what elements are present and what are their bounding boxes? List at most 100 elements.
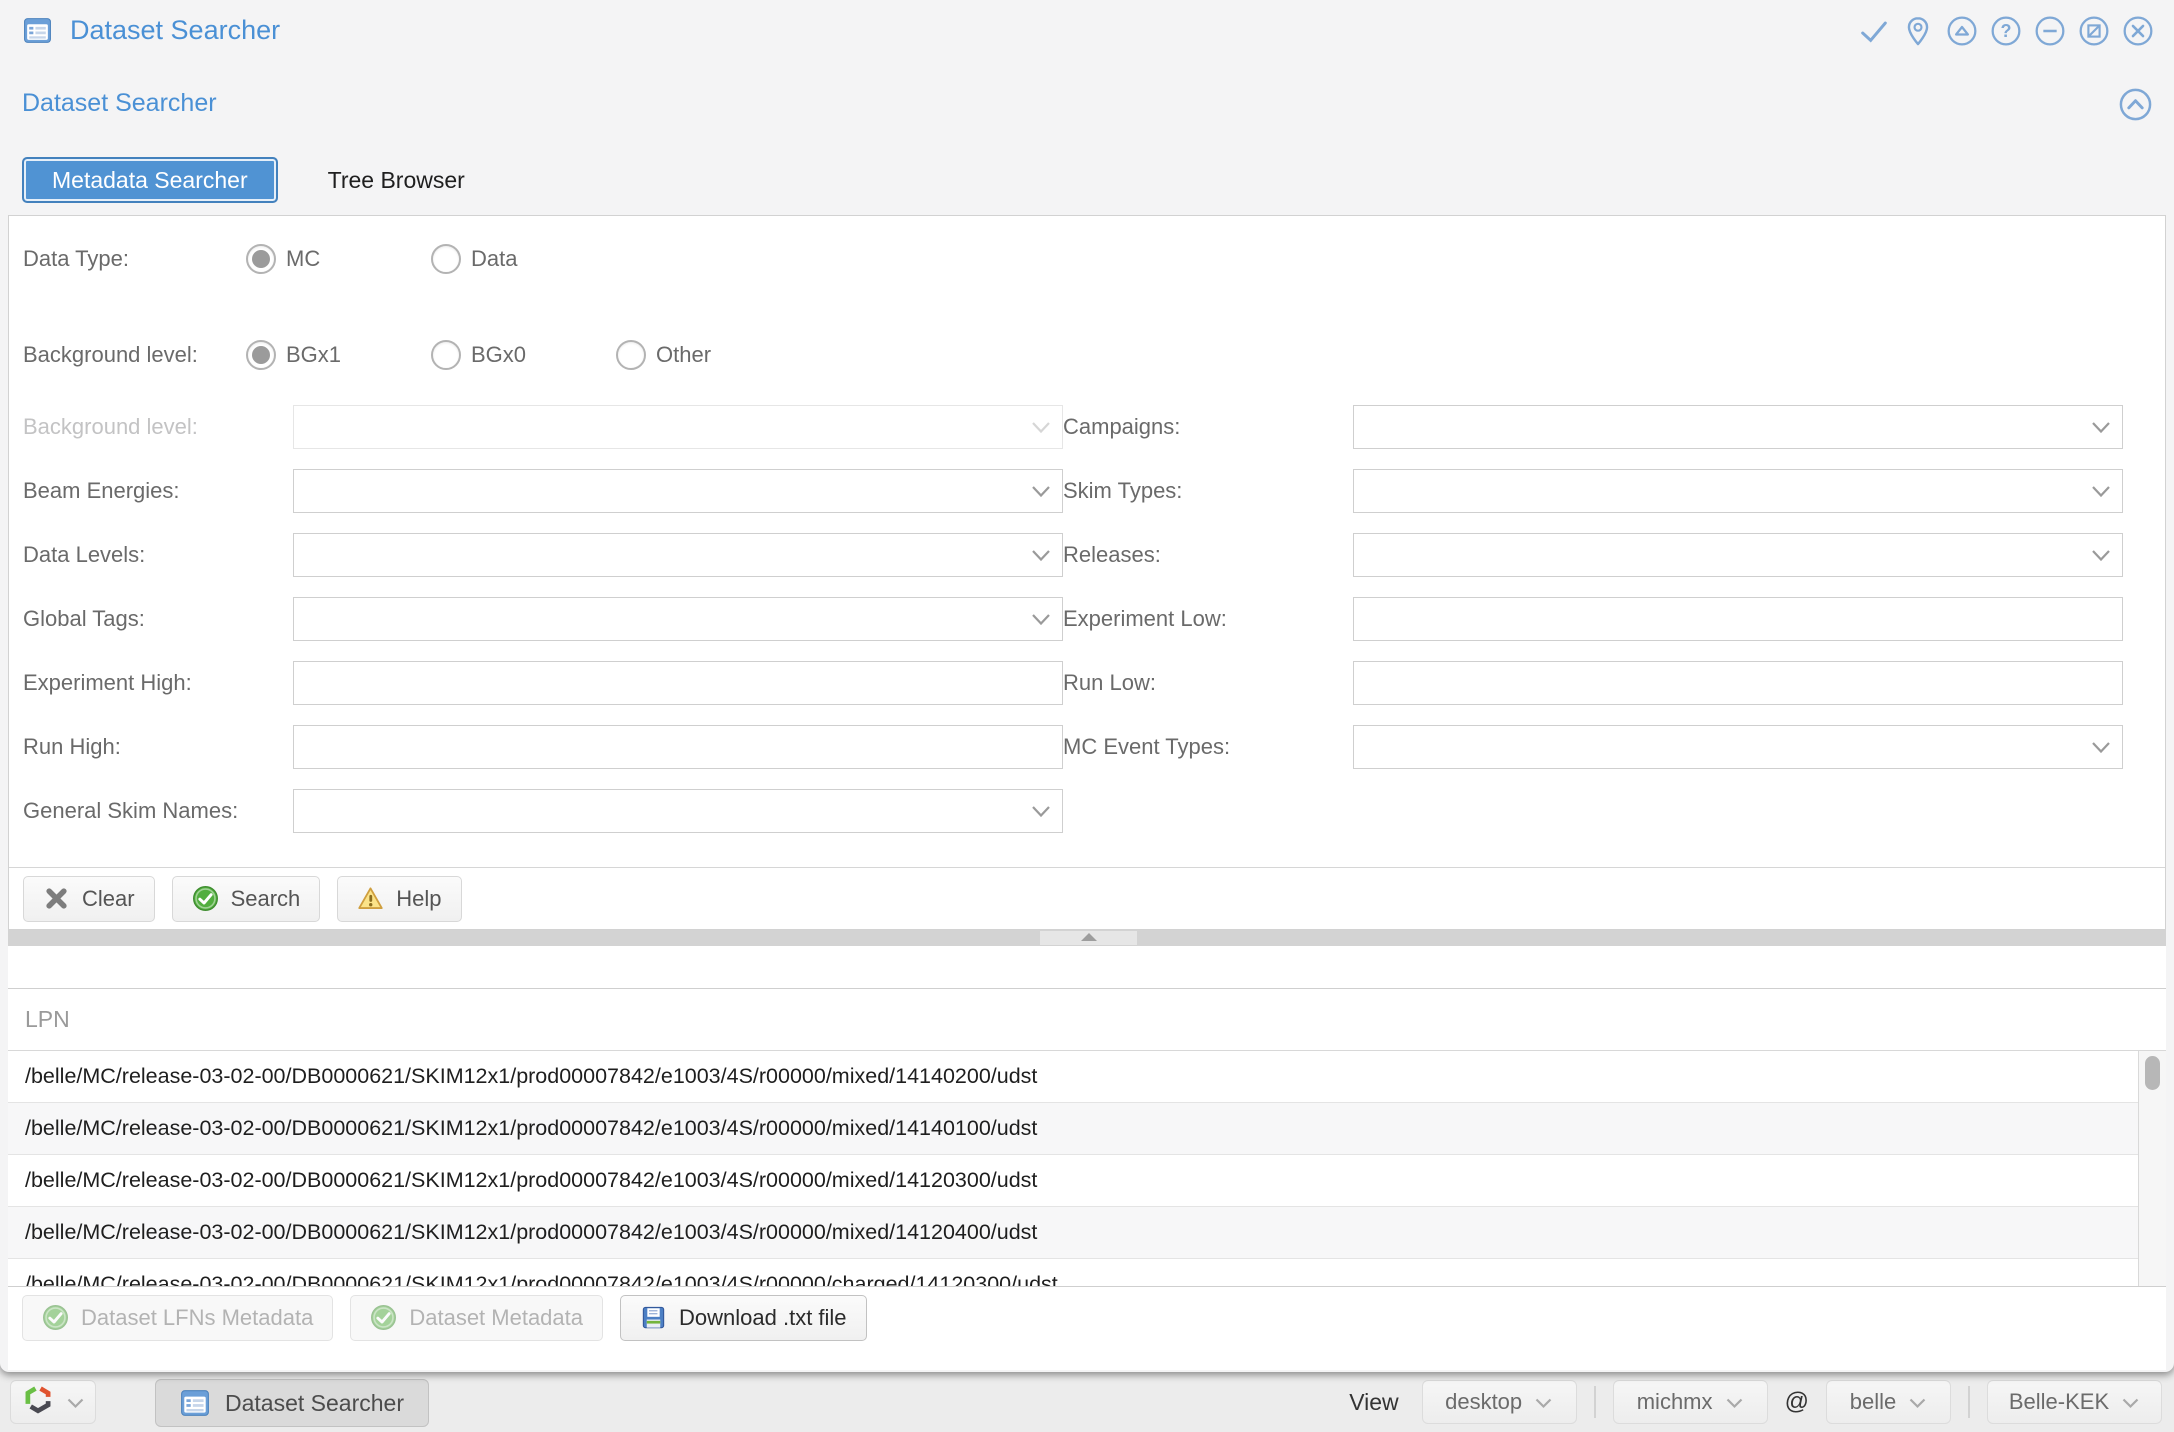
radio-option-data[interactable]: Data [431, 244, 616, 274]
table-row[interactable]: /belle/MC/release-03-02-00/DB0000621/SKI… [8, 1051, 2138, 1103]
splitter-collapse-handle[interactable] [1040, 931, 1137, 945]
help-icon[interactable]: ? [1990, 15, 2022, 47]
button-label: Help [396, 886, 441, 912]
radio-label: BGx1 [286, 342, 341, 368]
field-label-mc-event-types: MC Event Types: [1063, 734, 1353, 760]
green-check-icon [192, 885, 219, 912]
radio-label: Data [471, 246, 517, 272]
chevron-down-icon [1534, 1389, 1553, 1415]
location-pin-icon[interactable] [1902, 15, 1934, 47]
radio-unselected-icon [616, 340, 646, 370]
dirac-menu-button[interactable] [10, 1380, 96, 1424]
tab-tree-browser[interactable]: Tree Browser [320, 157, 473, 203]
combo-data-levels[interactable] [293, 533, 1063, 577]
collapse-up-arrow-icon [1081, 933, 1097, 941]
window-titlebar: Dataset Searcher ? [0, 0, 2174, 62]
chevron-down-icon [1031, 421, 1051, 439]
restore-icon[interactable] [1946, 15, 1978, 47]
table-row[interactable]: /belle/MC/release-03-02-00/DB0000621/SKI… [8, 1155, 2138, 1207]
taskbar-app-dataset-searcher[interactable]: Dataset Searcher [155, 1379, 429, 1427]
input-run-high[interactable] [293, 725, 1063, 769]
lpn-cell: /belle/MC/release-03-02-00/DB0000621/SKI… [25, 1168, 1037, 1193]
radio-option-other[interactable]: Other [616, 340, 801, 370]
lpn-cell: /belle/MC/release-03-02-00/DB0000621/SKI… [25, 1116, 1037, 1141]
radio-unselected-icon [431, 340, 461, 370]
input-run-low[interactable] [1353, 661, 2123, 705]
chevron-down-icon [2091, 741, 2111, 759]
window-tools: ? [1858, 15, 2154, 47]
lpn-cell: /belle/MC/release-03-02-00/DB0000621/SKI… [25, 1220, 1037, 1245]
selector-value: Belle-KEK [2009, 1389, 2109, 1415]
field-label-global-tags: Global Tags: [23, 606, 293, 632]
close-icon[interactable] [2122, 15, 2154, 47]
tab-metadata-searcher[interactable]: Metadata Searcher [22, 157, 278, 203]
at-symbol: @ [1785, 1388, 1809, 1416]
results-toolbar: Dataset LFNs Metadata Dataset Metadata Dow… [8, 1286, 2166, 1348]
input-experiment-low[interactable] [1353, 597, 2123, 641]
selector-value: michmx [1637, 1389, 1713, 1415]
radio-label: Other [656, 342, 711, 368]
table-row[interactable]: /belle/MC/release-03-02-00/DB0000621/SKI… [8, 1103, 2138, 1155]
check-icon[interactable] [1858, 15, 1890, 47]
table-row[interactable]: /belle/MC/release-03-02-00/DB0000621/SKI… [8, 1207, 2138, 1259]
form-body: Data Type:MCDataBackground level:BGx1BGx… [9, 216, 2165, 866]
dataset-lfns-metadata-button: Dataset LFNs Metadata [22, 1295, 333, 1341]
vertical-scrollbar[interactable] [2138, 1051, 2166, 1287]
chevron-down-icon [1725, 1389, 1744, 1415]
dataset-searcher-icon [180, 1388, 210, 1418]
field-label-campaigns: Campaigns: [1063, 414, 1353, 440]
field-label-releases: Releases: [1063, 542, 1353, 568]
taskbar: Dataset Searcher View desktop michmx @ b… [0, 1370, 2174, 1432]
results-panel: LPN /belle/MC/release-03-02-00/DB0000621… [8, 946, 2166, 1370]
table-row[interactable]: /belle/MC/release-03-02-00/DB0000621/SKI… [8, 1259, 2138, 1287]
help-button[interactable]: Help [337, 876, 461, 922]
view-selector-desktop[interactable]: desktop [1422, 1380, 1577, 1424]
field-label-run-high: Run High: [23, 734, 293, 760]
chevron-down-icon [66, 1389, 85, 1415]
field-label-experiment-high: Experiment High: [23, 670, 293, 696]
button-label: Dataset Metadata [409, 1305, 583, 1331]
radio-label: BGx0 [471, 342, 526, 368]
metadata-search-form: Data Type:MCDataBackground level:BGx1BGx… [8, 215, 2166, 930]
radio-option-mc[interactable]: MC [246, 244, 431, 274]
radio-option-bgx1[interactable]: BGx1 [246, 340, 431, 370]
view-label: View [1349, 1389, 1398, 1416]
chevron-down-icon [1031, 549, 1051, 567]
radio-group: BGx1 BGx0 Other [246, 340, 2165, 370]
column-header-lpn[interactable]: LPN [8, 989, 2166, 1051]
minimize-icon[interactable] [2034, 15, 2066, 47]
download-txt-file-button[interactable]: Download .txt file [620, 1295, 867, 1341]
radio-row-data-type: Data Type:MC Data [23, 242, 2165, 276]
combo-global-tags[interactable] [293, 597, 1063, 641]
grid-rows: /belle/MC/release-03-02-00/DB0000621/SKI… [8, 1051, 2138, 1287]
combo-campaigns[interactable] [1353, 405, 2123, 449]
combo-mc-event-types[interactable] [1353, 725, 2123, 769]
combo-releases[interactable] [1353, 533, 2123, 577]
radio-option-bgx0[interactable]: BGx0 [431, 340, 616, 370]
button-label: Dataset LFNs Metadata [81, 1305, 313, 1331]
button-label: Clear [82, 886, 135, 912]
combo-skim-types[interactable] [1353, 469, 2123, 513]
clear-x-icon [43, 885, 70, 912]
search-button[interactable]: Search [172, 876, 321, 922]
field-label: Data Type: [23, 243, 246, 275]
warning-triangle-icon [357, 885, 384, 912]
chevron-down-icon [2091, 549, 2111, 567]
field-label-data-levels: Data Levels: [23, 542, 293, 568]
selector-value: belle [1850, 1389, 1896, 1415]
field-label-background-level: Background level: [23, 414, 293, 440]
collapse-panel-icon[interactable] [2118, 87, 2153, 122]
radio-selected-icon [246, 244, 276, 274]
setup-selector[interactable]: Belle-KEK [1987, 1380, 2162, 1424]
unpin-icon[interactable] [2078, 15, 2110, 47]
scrollbar-thumb[interactable] [2145, 1056, 2160, 1090]
group-selector[interactable]: belle [1826, 1380, 1951, 1424]
clear-button[interactable]: Clear [23, 876, 155, 922]
field-label-beam-energies: Beam Energies: [23, 478, 293, 504]
window-title: Dataset Searcher [70, 15, 280, 46]
combo-general-skim-names[interactable] [293, 789, 1063, 833]
input-experiment-high[interactable] [293, 661, 1063, 705]
splitter-bar[interactable] [8, 930, 2166, 946]
user-selector[interactable]: michmx [1613, 1380, 1768, 1424]
combo-beam-energies[interactable] [293, 469, 1063, 513]
